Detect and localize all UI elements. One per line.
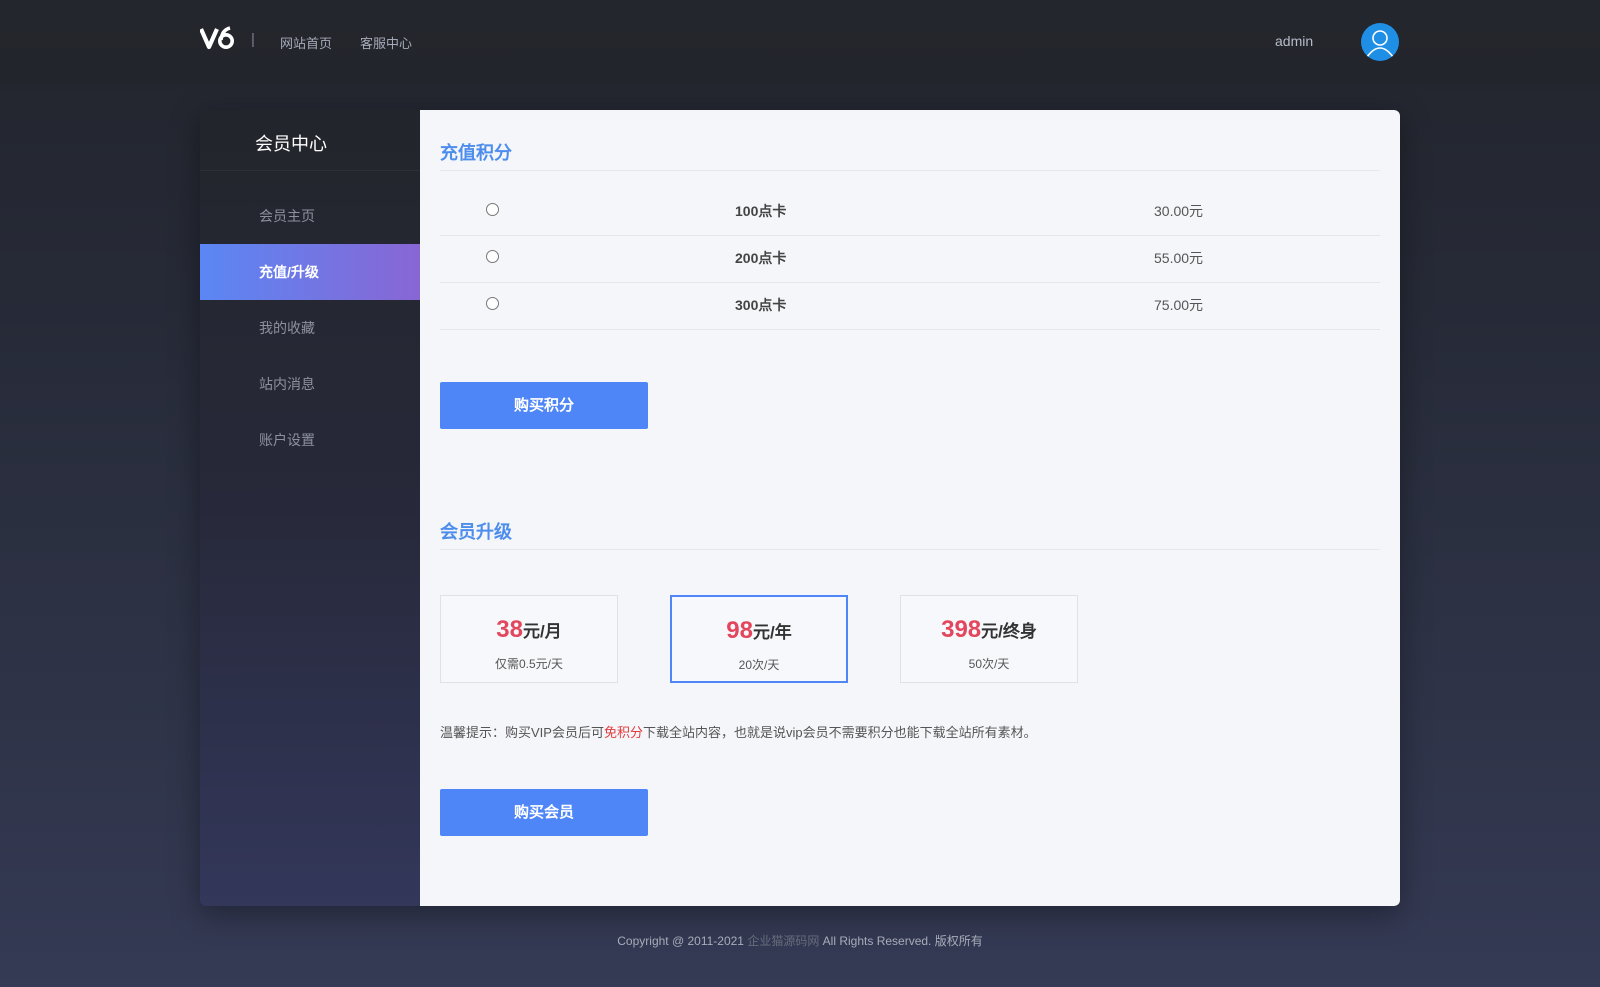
- nav-link-home[interactable]: 网站首页: [280, 33, 332, 52]
- tip-text: 下载全站内容，也就是说vip会员不需要积分也能下载全站所有素材。: [642, 725, 1037, 740]
- plan-card-monthly[interactable]: 38元/月 仅需0.5元/天: [440, 595, 618, 683]
- plan-price: 398元/终身: [901, 616, 1077, 644]
- points-option-radio[interactable]: [486, 203, 499, 216]
- tip-highlight: 免积分: [603, 725, 643, 740]
- footer: Copyright @ 2011-2021 企业猫源码网 All Rights …: [0, 932, 1600, 949]
- points-option-price: 55.00元: [1154, 250, 1204, 266]
- plan-note: 50次/天: [968, 657, 1010, 671]
- sidebar-item-member-home[interactable]: 会员主页: [200, 188, 420, 244]
- divider: [200, 170, 420, 171]
- divider: [440, 549, 1380, 550]
- plan-note: 仅需0.5元/天: [494, 657, 564, 671]
- points-option-name: 100点卡: [735, 203, 787, 219]
- points-option-radio[interactable]: [486, 297, 499, 310]
- member-center-card: 会员中心 会员主页 充值/升级 我的收藏 站内消息 账户设置 充值积分 100点…: [200, 110, 1400, 906]
- footer-site-link[interactable]: 企业猫源码网: [747, 934, 819, 948]
- points-option-row[interactable]: 300点卡 75.00元: [440, 282, 1380, 330]
- points-option-price: 75.00元: [1154, 297, 1204, 313]
- plan-unit: 元/月: [522, 622, 562, 641]
- divider: [440, 170, 1380, 171]
- points-option-row[interactable]: 100点卡 30.00元: [440, 188, 1380, 236]
- sidebar-item-favorites[interactable]: 我的收藏: [200, 300, 420, 356]
- nav-link-support[interactable]: 客服中心: [360, 33, 412, 52]
- user-icon: [1366, 30, 1394, 58]
- content-panel: 充值积分 100点卡 30.00元 200点卡 55.00元 300点卡 75.…: [420, 110, 1400, 906]
- header-separator: |: [251, 31, 255, 48]
- points-option-price: 30.00元: [1154, 203, 1204, 219]
- points-option-name: 300点卡: [735, 297, 787, 313]
- v6-logo[interactable]: [200, 26, 234, 50]
- sidebar-item-recharge-upgrade[interactable]: 充值/升级: [200, 244, 420, 300]
- plan-amount: 398: [941, 616, 982, 643]
- plan-unit: 元/年: [752, 623, 792, 642]
- membership-section-title: 会员升级: [440, 522, 512, 542]
- sidebar-item-account-settings[interactable]: 账户设置: [200, 412, 420, 468]
- plan-card-yearly[interactable]: 98元/年 20次/天: [670, 595, 848, 683]
- footer-rights: All Rights Reserved. 版权所有: [822, 934, 983, 948]
- top-header: | 网站首页 客服中心 admin: [0, 0, 1600, 84]
- points-option-row[interactable]: 200点卡 55.00元: [440, 235, 1380, 283]
- plan-unit: 元/终身: [981, 622, 1037, 641]
- tip-text: 温馨提示：购买VIP会员后可: [440, 725, 604, 740]
- avatar[interactable]: [1361, 23, 1399, 61]
- buy-membership-button[interactable]: 购买会员: [440, 789, 648, 836]
- footer-copyright: Copyright @ 2011-2021: [617, 934, 744, 948]
- plan-card-lifetime[interactable]: 398元/终身 50次/天: [900, 595, 1078, 683]
- membership-tip: 温馨提示：购买VIP会员后可免积分下载全站内容，也就是说vip会员不需要积分也能…: [440, 722, 1037, 741]
- plan-amount: 98: [726, 617, 753, 644]
- sidebar-item-messages[interactable]: 站内消息: [200, 356, 420, 412]
- username[interactable]: admin: [1275, 33, 1313, 49]
- plan-note: 20次/天: [738, 658, 780, 672]
- buy-points-button[interactable]: 购买积分: [440, 382, 648, 429]
- points-option-radio[interactable]: [486, 250, 499, 263]
- plan-amount: 38: [496, 616, 523, 643]
- points-option-name: 200点卡: [735, 250, 787, 266]
- plan-price: 38元/月: [441, 616, 617, 644]
- plan-price: 98元/年: [672, 617, 846, 645]
- sidebar: 会员中心 会员主页 充值/升级 我的收藏 站内消息 账户设置: [200, 110, 420, 906]
- points-section-title: 充值积分: [440, 143, 512, 163]
- sidebar-title: 会员中心: [255, 134, 327, 154]
